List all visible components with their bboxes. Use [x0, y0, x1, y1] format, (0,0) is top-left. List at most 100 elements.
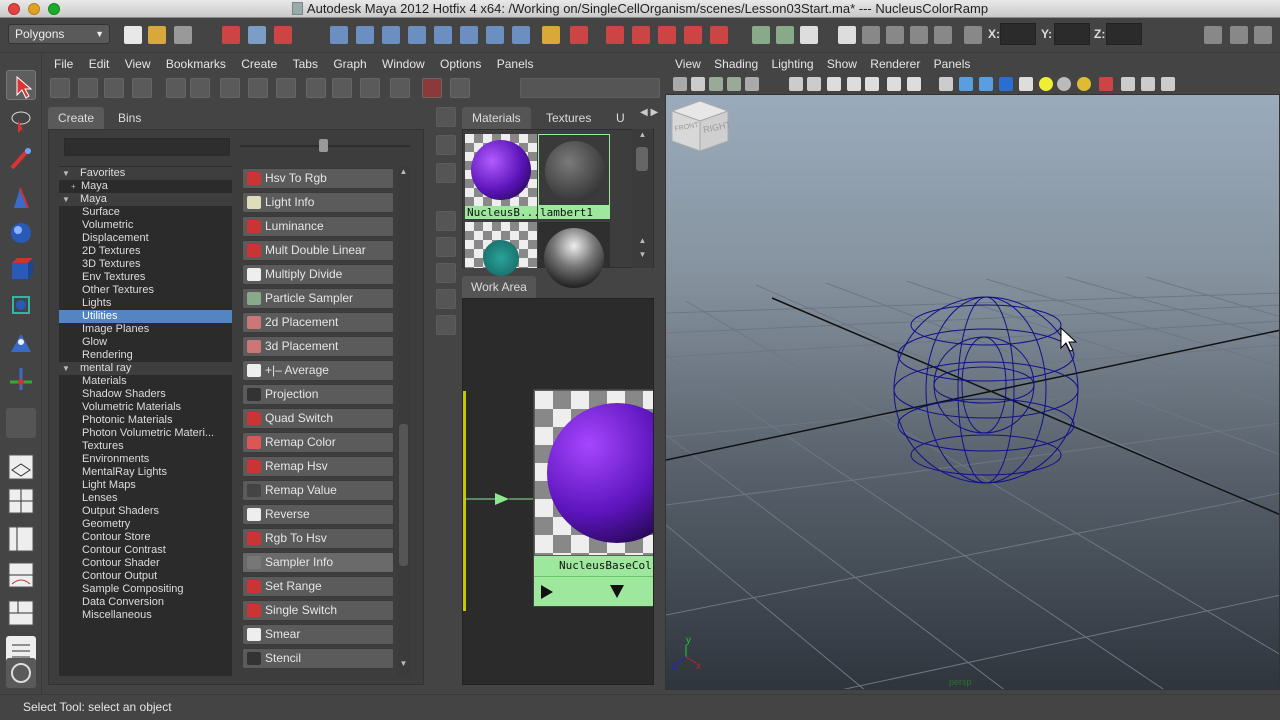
strip-icon-6[interactable] — [436, 263, 456, 283]
create-node-single-switch-button[interactable]: Single Switch — [242, 600, 394, 621]
hypershade-persp-layout-icon[interactable] — [6, 598, 36, 628]
high-quality-icon[interactable] — [1057, 77, 1071, 91]
strip-icon-7[interactable] — [436, 289, 456, 309]
menu-edit[interactable]: Edit — [77, 54, 110, 74]
tree-item-rendering[interactable]: Rendering — [59, 349, 232, 362]
channel-box-toggle-icon[interactable] — [1254, 26, 1272, 44]
select-handles-icon[interactable] — [330, 26, 348, 44]
tree-item-miscellaneous[interactable]: Miscellaneous — [59, 609, 232, 622]
select-surfaces-icon[interactable] — [408, 26, 426, 44]
view-cube[interactable]: FRONT RIGHT — [666, 95, 732, 155]
tab-create[interactable]: Create — [48, 107, 105, 129]
transform-mode-icon[interactable] — [964, 26, 982, 44]
create-node-remap-hsv-button[interactable]: Remap Hsv — [242, 456, 394, 477]
tab-work-area[interactable]: Work Area — [462, 276, 536, 298]
strip-icon-3[interactable] — [436, 163, 456, 183]
text-icon[interactable] — [907, 77, 921, 91]
scrollbar-thumb[interactable] — [399, 424, 408, 566]
film-gate-icon[interactable] — [789, 77, 803, 91]
grid-icon[interactable] — [745, 77, 759, 91]
show-manipulator-icon[interactable] — [6, 364, 36, 394]
menu-view[interactable]: View — [113, 54, 151, 74]
tree-item-displacement[interactable]: Displacement — [59, 232, 232, 245]
tree-item-volumetric[interactable]: Volumetric — [59, 219, 232, 232]
menu-window[interactable]: Window — [370, 54, 425, 74]
select-curves-icon[interactable] — [382, 26, 400, 44]
select-object-icon[interactable] — [248, 26, 266, 44]
field-chart-icon[interactable] — [847, 77, 861, 91]
icon-size-slider-handle[interactable] — [319, 139, 328, 152]
menu-graph[interactable]: Graph — [321, 54, 366, 74]
tool-settings-toggle-icon[interactable] — [1230, 26, 1248, 44]
open-scene-icon[interactable] — [148, 26, 166, 44]
create-node-quad-switch-button[interactable]: Quad Switch — [242, 408, 394, 429]
render-settings-icon[interactable] — [910, 26, 928, 44]
tree-item-textures[interactable]: Textures — [59, 440, 232, 453]
settings-icon[interactable] — [450, 78, 470, 98]
tree-item-env-textures[interactable]: Env Textures — [59, 271, 232, 284]
tree-item-environments[interactable]: Environments — [59, 453, 232, 466]
menu-panels[interactable]: Panels — [485, 54, 534, 74]
strip-icon-4[interactable] — [436, 211, 456, 231]
collapse-icon[interactable]: ▼ — [62, 193, 70, 206]
create-node-luminance-button[interactable]: Luminance — [242, 216, 394, 237]
new-scene-icon[interactable] — [124, 26, 142, 44]
four-view-layout-icon[interactable] — [6, 486, 36, 516]
node-name-label[interactable]: NucleusBaseCol — [534, 556, 653, 576]
input-output-icon[interactable] — [390, 78, 410, 98]
select-dynamics-icon[interactable] — [460, 26, 478, 44]
snap-view-plane-icon[interactable] — [684, 26, 702, 44]
tree-item-data-conversion[interactable]: Data Conversion — [59, 596, 232, 609]
tree-item-image-planes[interactable]: Image Planes — [59, 323, 232, 336]
maximize-window-button[interactable] — [48, 3, 60, 15]
tree-item-mental-ray[interactable]: ▼ mental ray — [59, 362, 232, 375]
strip-icon-1[interactable] — [436, 107, 456, 127]
toggle-create-bar-icon[interactable] — [50, 78, 70, 98]
tree-item-photon-volumetric-materi[interactable]: Photon Volumetric Materi... — [59, 427, 232, 440]
shadows-icon[interactable] — [1039, 77, 1053, 91]
ambient-occlusion-icon[interactable] — [1077, 77, 1091, 91]
menu-set-dropdown[interactable]: Polygons ▼ — [8, 24, 110, 44]
tree-item-surface[interactable]: Surface — [59, 206, 232, 219]
vp-menu-show[interactable]: Show — [817, 54, 857, 74]
camera-attributes-icon[interactable] — [691, 77, 705, 91]
select-tool-icon[interactable] — [6, 70, 36, 100]
tree-item-materials[interactable]: Materials — [59, 375, 232, 388]
tree-item-other-textures[interactable]: Other Textures — [59, 284, 232, 297]
select-joints-icon[interactable] — [356, 26, 374, 44]
show-top-tabs-icon[interactable] — [78, 78, 98, 98]
tree-item-geometry[interactable]: Geometry — [59, 518, 232, 531]
collapse-icon[interactable]: ▼ — [62, 362, 70, 375]
select-deformations-icon[interactable] — [434, 26, 452, 44]
tree-item-maya[interactable]: ▼ Maya — [59, 193, 232, 206]
snap-curve-icon[interactable] — [632, 26, 650, 44]
image-plane-icon[interactable] — [727, 77, 741, 91]
tree-item-contour-shader[interactable]: Contour Shader — [59, 557, 232, 570]
create-node-stencil-button[interactable]: Stencil — [242, 648, 394, 669]
tree-item-photonic-materials[interactable]: Photonic Materials — [59, 414, 232, 427]
create-node-reverse-button[interactable]: Reverse — [242, 504, 394, 525]
single-perspective-layout-icon[interactable] — [6, 452, 36, 482]
strip-icon-2[interactable] — [436, 135, 456, 155]
tree-item-contour-output[interactable]: Contour Output — [59, 570, 232, 583]
render-swatch-icon[interactable] — [360, 78, 380, 98]
bookmarks-icon[interactable] — [709, 77, 723, 91]
work-area-graph[interactable]: NucleusBaseCol — [462, 298, 654, 685]
select-rendering-icon[interactable] — [486, 26, 504, 44]
tree-item-sample-compositing[interactable]: Sample Compositing — [59, 583, 232, 596]
rotate-tool-icon[interactable] — [6, 218, 36, 248]
create-node-hsv-to-rgb-button[interactable]: Hsv To Rgb — [242, 168, 394, 189]
tree-item-light-maps[interactable]: Light Maps — [59, 479, 232, 492]
render-view-icon[interactable] — [838, 26, 856, 44]
scroll-up-icon[interactable]: ▲ — [636, 235, 649, 247]
tree-item-shadow-shaders[interactable]: Shadow Shaders — [59, 388, 232, 401]
construction-history-icon[interactable] — [800, 26, 818, 44]
graph-materials-icon[interactable] — [276, 78, 296, 98]
universal-manipulator-icon[interactable] — [6, 290, 36, 320]
tree-item-favorites[interactable]: ▼ Favorites — [59, 167, 232, 180]
nucleus-base-color-node[interactable]: NucleusBaseCol — [533, 389, 653, 607]
hypershade-search-field[interactable] — [520, 78, 660, 98]
coord-y-field[interactable] — [1054, 23, 1090, 45]
create-node-remap-color-button[interactable]: Remap Color — [242, 432, 394, 453]
tree-item-2d-textures[interactable]: 2D Textures — [59, 245, 232, 258]
